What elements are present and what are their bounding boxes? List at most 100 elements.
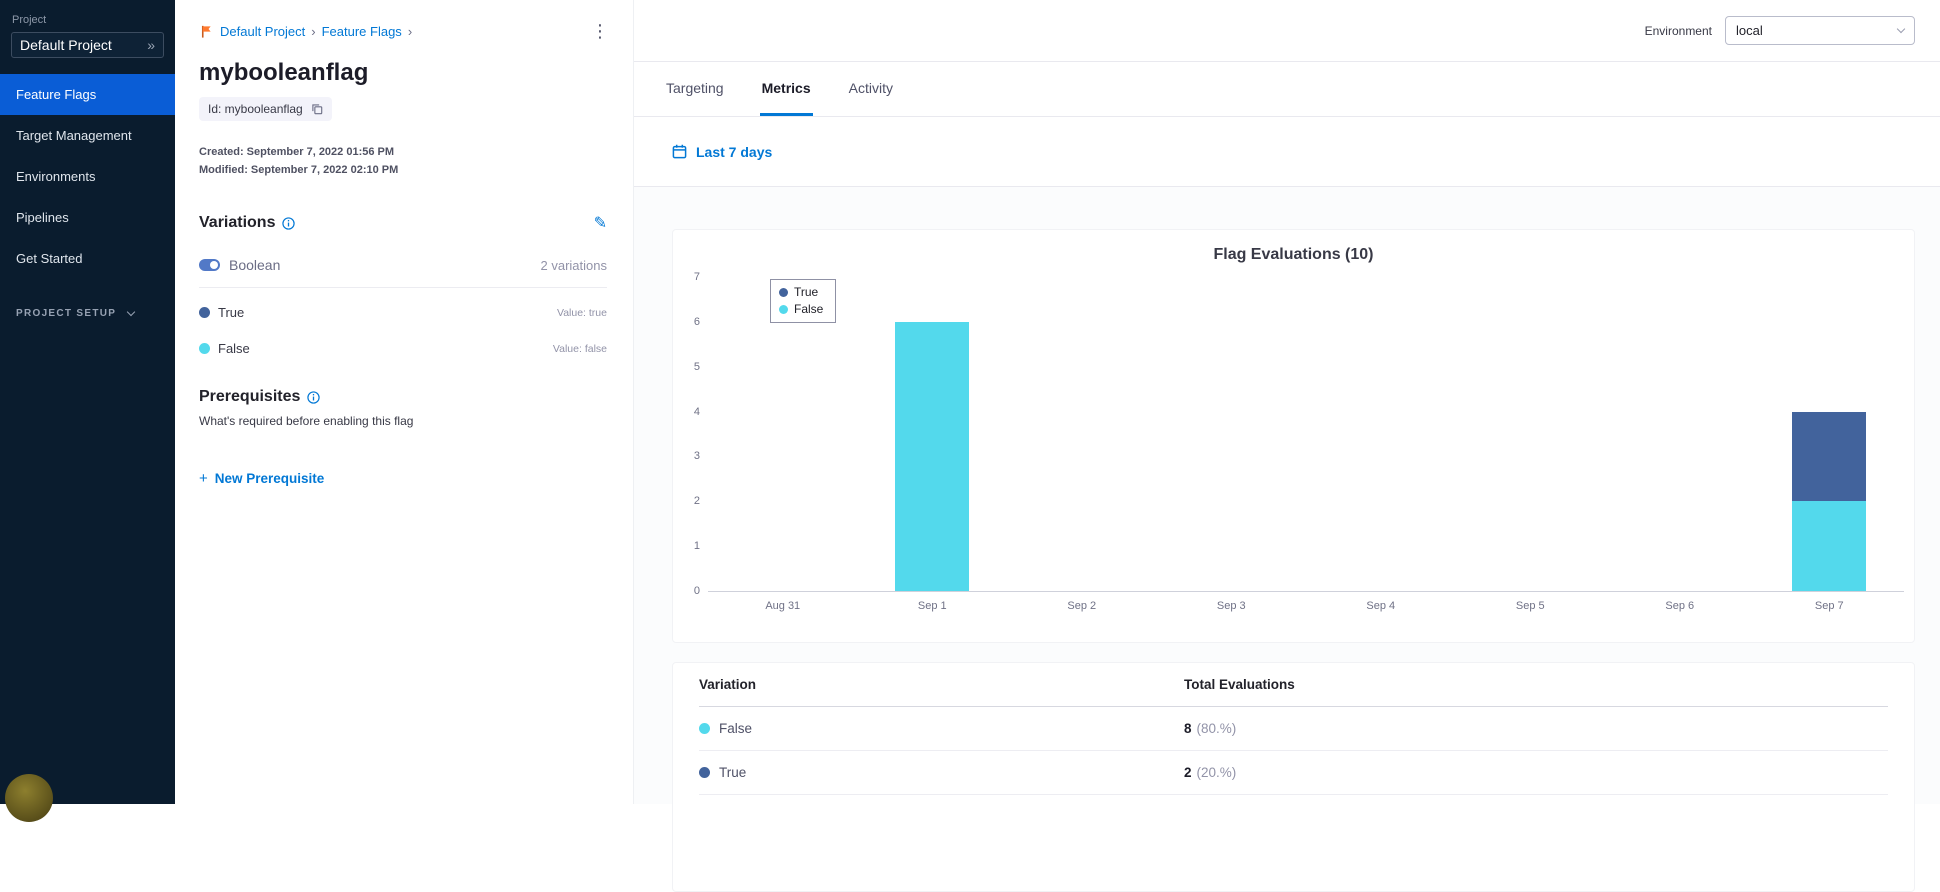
sidebar: Project Default Project » Feature Flags … <box>0 0 175 822</box>
calendar-icon <box>672 144 687 159</box>
flag-options-menu-button[interactable]: ⋮ <box>591 22 609 40</box>
main-content: Environment local Targeting Metrics Acti… <box>634 0 1940 892</box>
evaluations-table-header: Variation Total Evaluations <box>699 663 1888 707</box>
sidebar-item-feature-flags[interactable]: Feature Flags <box>0 74 175 115</box>
legend-label-true: True <box>794 285 819 299</box>
breadcrumb-separator-icon: › <box>407 24 413 39</box>
y-tick-label: 4 <box>693 405 700 418</box>
y-tick-label: 5 <box>693 360 700 373</box>
info-icon[interactable] <box>307 390 321 404</box>
breadcrumb-feature-flags-link[interactable]: Feature Flags <box>322 24 402 39</box>
breadcrumb-separator-icon: › <box>311 24 316 39</box>
environment-select[interactable]: local <box>1725 16 1915 45</box>
flag-name-title: mybooleanflag <box>199 59 369 86</box>
variation-true-dot <box>199 307 210 318</box>
sidebar-item-target-management[interactable]: Target Management <box>0 115 175 156</box>
new-prerequisite-label: New Prerequisite <box>214 471 325 486</box>
variations-title: Variations <box>199 214 276 231</box>
row-percent-true: (20.%) <box>1196 765 1237 780</box>
chart-title: Flag Evaluations (10) <box>1213 246 1374 263</box>
bar-segment-false <box>1792 501 1867 591</box>
new-prerequisite-button[interactable]: + New Prerequisite <box>199 470 324 487</box>
flag-detail-panel: Default Project › Feature Flags › ⋮ mybo… <box>175 0 634 804</box>
bar-sep-1 <box>895 321 970 591</box>
breadcrumb-project-link[interactable]: Default Project <box>220 24 305 39</box>
y-tick-label: 1 <box>693 540 700 553</box>
copy-icon[interactable] <box>311 103 323 115</box>
x-tick-label: Sep 2 <box>1067 600 1097 612</box>
row-dot-false <box>699 723 710 734</box>
environment-bar: Environment local <box>634 0 1940 62</box>
flag-created-date: Created: September 7, 2022 01:56 PM <box>199 146 395 158</box>
variation-type-row: Boolean 2 variations <box>199 257 607 288</box>
variation-true-value: Value: true <box>556 306 607 319</box>
tab-label: Metrics <box>761 79 811 96</box>
legend-item-false: False <box>779 302 823 316</box>
chart-legend: True False <box>770 279 837 323</box>
plus-icon: + <box>199 470 208 487</box>
tab-activity[interactable]: Activity <box>847 62 895 116</box>
prerequisites-section-header: Prerequisites <box>199 388 607 406</box>
x-tick-label: Sep 3 <box>1216 600 1246 612</box>
bar-segment-false <box>895 321 970 591</box>
variation-type-label: Boolean <box>229 257 281 273</box>
variation-true-name: True <box>218 305 245 320</box>
date-filter-bar: Last 7 days <box>634 117 1940 187</box>
sidebar-item-label: Feature Flags <box>16 87 97 102</box>
prerequisites-description: What's required before enabling this fla… <box>199 414 414 428</box>
sidebar-item-label: Pipelines <box>16 210 69 225</box>
row-variation-true: True <box>719 765 747 780</box>
info-icon[interactable] <box>282 216 296 230</box>
sidebar-item-environments[interactable]: Environments <box>0 156 175 197</box>
tab-bar: Targeting Metrics Activity <box>634 62 1940 117</box>
x-tick-label: Sep 6 <box>1665 600 1695 612</box>
evaluations-table-card: Variation Total Evaluations False 8 (80.%… <box>672 662 1915 892</box>
project-label: Project <box>12 14 47 26</box>
variation-false-name: False <box>218 341 250 356</box>
row-dot-true <box>699 767 710 778</box>
flag-id-text: Id: mybooleanflag <box>208 102 303 116</box>
variation-row-true: True Value: true <box>199 305 607 320</box>
date-range-label: Last 7 days <box>696 143 773 160</box>
row-variation-false: False <box>719 721 753 736</box>
table-row-false: False 8 (80.%) <box>699 707 1888 751</box>
date-range-filter[interactable]: Last 7 days <box>672 144 772 160</box>
sidebar-item-get-started[interactable]: Get Started <box>0 238 175 279</box>
project-selector[interactable]: Default Project » <box>11 32 164 58</box>
tab-targeting[interactable]: Targeting <box>664 62 726 116</box>
legend-dot-false <box>779 304 788 314</box>
sidebar-item-pipelines[interactable]: Pipelines <box>0 197 175 238</box>
row-total-false: 8 <box>1184 721 1192 736</box>
boolean-type-icon <box>199 259 220 271</box>
x-tick-label: Aug 31 <box>765 600 801 612</box>
tab-metrics[interactable]: Metrics <box>759 62 813 116</box>
feature-flag-icon <box>199 24 214 39</box>
chart-plot: True False 0 1 2 3 4 5 6 7 Aug 31 Sep 1 Sep 2 Sep 3… <box>694 271 1904 612</box>
y-tick-label: 6 <box>693 315 700 328</box>
double-chevron-right-icon: » <box>147 37 155 53</box>
variations-section-header: Variations ✎ <box>199 213 607 233</box>
edit-variations-button[interactable]: ✎ <box>594 213 607 233</box>
sidebar-item-label: Target Management <box>16 128 132 143</box>
help-beacon[interactable] <box>5 774 53 822</box>
legend-item-true: True <box>779 285 823 299</box>
variation-row-false: False Value: false <box>199 341 607 356</box>
environment-label: Environment <box>1644 23 1712 38</box>
legend-label-false: False <box>794 302 824 316</box>
x-tick-label: Sep 5 <box>1515 600 1545 612</box>
x-tick-label: Sep 1 <box>917 600 947 612</box>
tab-label: Targeting <box>666 79 724 96</box>
x-tick-label: Sep 7 <box>1814 600 1844 612</box>
flag-modified-date: Modified: September 7, 2022 02:10 PM <box>199 164 399 176</box>
breadcrumb: Default Project › Feature Flags › <box>199 24 607 39</box>
column-header-variation: Variation <box>699 677 757 692</box>
legend-dot-true <box>779 287 788 297</box>
y-tick-label: 0 <box>693 585 700 597</box>
row-percent-false: (80.%) <box>1196 721 1237 736</box>
project-setup-toggle[interactable]: PROJECT SETUP <box>16 307 136 319</box>
sidebar-nav: Feature Flags Target Management Environm… <box>0 74 175 279</box>
chevron-down-icon <box>1896 24 1906 34</box>
environment-select-value: local <box>1736 23 1763 38</box>
row-total-true: 2 <box>1184 765 1192 780</box>
y-tick-label: 3 <box>693 450 700 463</box>
